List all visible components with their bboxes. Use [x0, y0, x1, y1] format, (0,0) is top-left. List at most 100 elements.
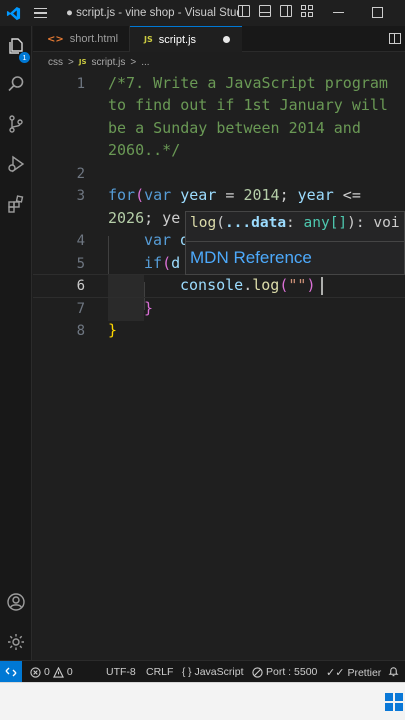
tab-label: short.html: [69, 33, 119, 45]
toggle-panel-icon[interactable]: [259, 5, 271, 17]
token-variable: year: [297, 186, 334, 204]
encoding-status[interactable]: UTF-8: [106, 666, 136, 678]
search-icon[interactable]: [4, 72, 28, 96]
token-punct: (: [216, 215, 225, 231]
html-file-icon: <>: [47, 33, 64, 45]
braces-icon: { }: [182, 666, 192, 678]
breadcrumb-folder[interactable]: css: [48, 57, 63, 68]
extensions-icon[interactable]: [4, 192, 28, 216]
account-icon[interactable]: [4, 590, 28, 614]
warning-icon: [52, 666, 64, 678]
window-title: ● script.js - vine shop - Visual Studi..…: [66, 7, 238, 19]
vscode-logo-icon[interactable]: [0, 0, 26, 26]
explorer-icon[interactable]: 1: [4, 34, 30, 63]
error-count: 0: [44, 666, 50, 678]
token-operator: <=: [333, 186, 361, 204]
js-file-icon: JS: [78, 58, 87, 66]
code-line-8: }: [108, 321, 118, 339]
toggle-secondary-sidebar-icon[interactable]: [280, 5, 292, 17]
current-line-highlight: [33, 274, 405, 298]
hover-tooltip: log(...data: any[]): voi MDN Reference: [185, 211, 405, 275]
token-variable: year: [180, 186, 217, 204]
settings-gear-icon[interactable]: [4, 630, 28, 654]
line-number: 7: [76, 301, 85, 317]
mdn-reference-link[interactable]: MDN Reference: [190, 248, 312, 268]
windows-taskbar: [0, 682, 405, 720]
prettier-label: Prettier: [347, 666, 382, 679]
token-punct: :: [286, 215, 304, 231]
windows-start-icon[interactable]: [385, 693, 403, 711]
line-number: 3: [76, 188, 85, 204]
bell-icon[interactable]: [388, 666, 399, 677]
tab-short-html[interactable]: <> short.html: [33, 26, 130, 52]
token-text: ; ye: [144, 209, 181, 227]
hamburger-menu-icon[interactable]: [26, 0, 54, 26]
toggle-primary-sidebar-icon[interactable]: [238, 5, 250, 17]
code-line-5: if(d: [144, 254, 180, 272]
unsaved-dot-icon[interactable]: [223, 36, 230, 43]
code-comment-line: to find out if 1st January will: [108, 96, 388, 114]
live-server-status[interactable]: Port : 5500: [252, 666, 317, 678]
problems-status[interactable]: 0 0: [30, 666, 73, 678]
token-number: 2014: [243, 186, 280, 204]
token-type: any[]: [303, 215, 348, 231]
chevron-right-icon: >: [130, 56, 137, 68]
code-line-4: var d: [144, 231, 189, 249]
port-icon: [252, 666, 263, 678]
language-status[interactable]: { } JavaScript: [182, 666, 244, 678]
line-number: 5: [76, 256, 85, 272]
double-check-icon: ✓✓: [326, 667, 345, 679]
breadcrumb: css > JS script.js > ...: [48, 55, 150, 69]
split-editor-icon[interactable]: [389, 33, 401, 44]
token-keyword: var: [144, 231, 172, 249]
chevron-right-icon: >: [68, 56, 74, 68]
hover-signature: log(...data: any[]): voi: [190, 215, 400, 231]
language-label: JavaScript: [194, 666, 244, 678]
token-punct: ;: [279, 186, 298, 204]
maximize-icon[interactable]: [372, 7, 383, 18]
token-keyword: for: [108, 186, 136, 204]
tab-script-js[interactable]: JS script.js: [130, 26, 242, 52]
activity-bar: 1: [0, 26, 32, 660]
minimize-icon[interactable]: [333, 12, 344, 14]
explorer-badge: 1: [19, 52, 30, 63]
code-comment-line: /*7. Write a JavaScript program: [108, 74, 388, 92]
customize-layout-icon[interactable]: [301, 5, 313, 17]
port-label: Port : 5500: [266, 666, 318, 678]
code-comment-line: 2060..*/: [108, 141, 181, 159]
token-punct: ): voi: [347, 215, 400, 231]
code-editor[interactable]: 1 2 3 4 5 6 7 8 /*7. Write a JavaScript …: [33, 70, 405, 660]
editor-tabs: <> short.html JS script.js: [33, 26, 405, 52]
status-bar: 0 0 UTF-8 CRLF { } JavaScript Port : 550…: [0, 660, 405, 683]
source-control-icon[interactable]: [4, 112, 28, 136]
warning-count: 0: [66, 666, 73, 678]
remote-icon[interactable]: [0, 660, 22, 683]
prettier-status[interactable]: ✓✓ Prettier: [326, 666, 382, 680]
token-operator: =: [216, 186, 244, 204]
line-number: 8: [76, 323, 85, 339]
token-function: log: [190, 215, 217, 231]
line-number: 4: [76, 233, 85, 249]
tab-label: script.js: [158, 33, 197, 46]
token-keyword: var: [144, 186, 172, 204]
run-debug-icon[interactable]: [4, 152, 28, 176]
eol-status[interactable]: CRLF: [146, 666, 173, 678]
token-paren: (: [135, 186, 145, 204]
token-keyword: if: [144, 254, 163, 272]
line-number: 2: [76, 166, 85, 182]
code-line-7: }: [144, 299, 154, 317]
code-line-3-wrap: 2026; ye: [108, 209, 180, 227]
token-variable: d: [171, 254, 181, 272]
js-file-icon: JS: [144, 35, 153, 44]
token-param: ...data: [224, 215, 287, 231]
breadcrumb-file[interactable]: script.js: [92, 57, 126, 68]
token-number: 2026: [108, 209, 145, 227]
error-icon: [30, 666, 41, 678]
title-bar: ● script.js - vine shop - Visual Studi..…: [0, 0, 405, 26]
line-number: 1: [76, 76, 85, 92]
code-comment-line: be a Sunday between 2014 and: [108, 119, 361, 137]
code-line-3: for(var year = 2014; year <=: [108, 186, 361, 204]
hover-divider: [186, 241, 404, 242]
breadcrumb-symbol[interactable]: ...: [141, 57, 149, 68]
token-paren: (: [162, 254, 172, 272]
